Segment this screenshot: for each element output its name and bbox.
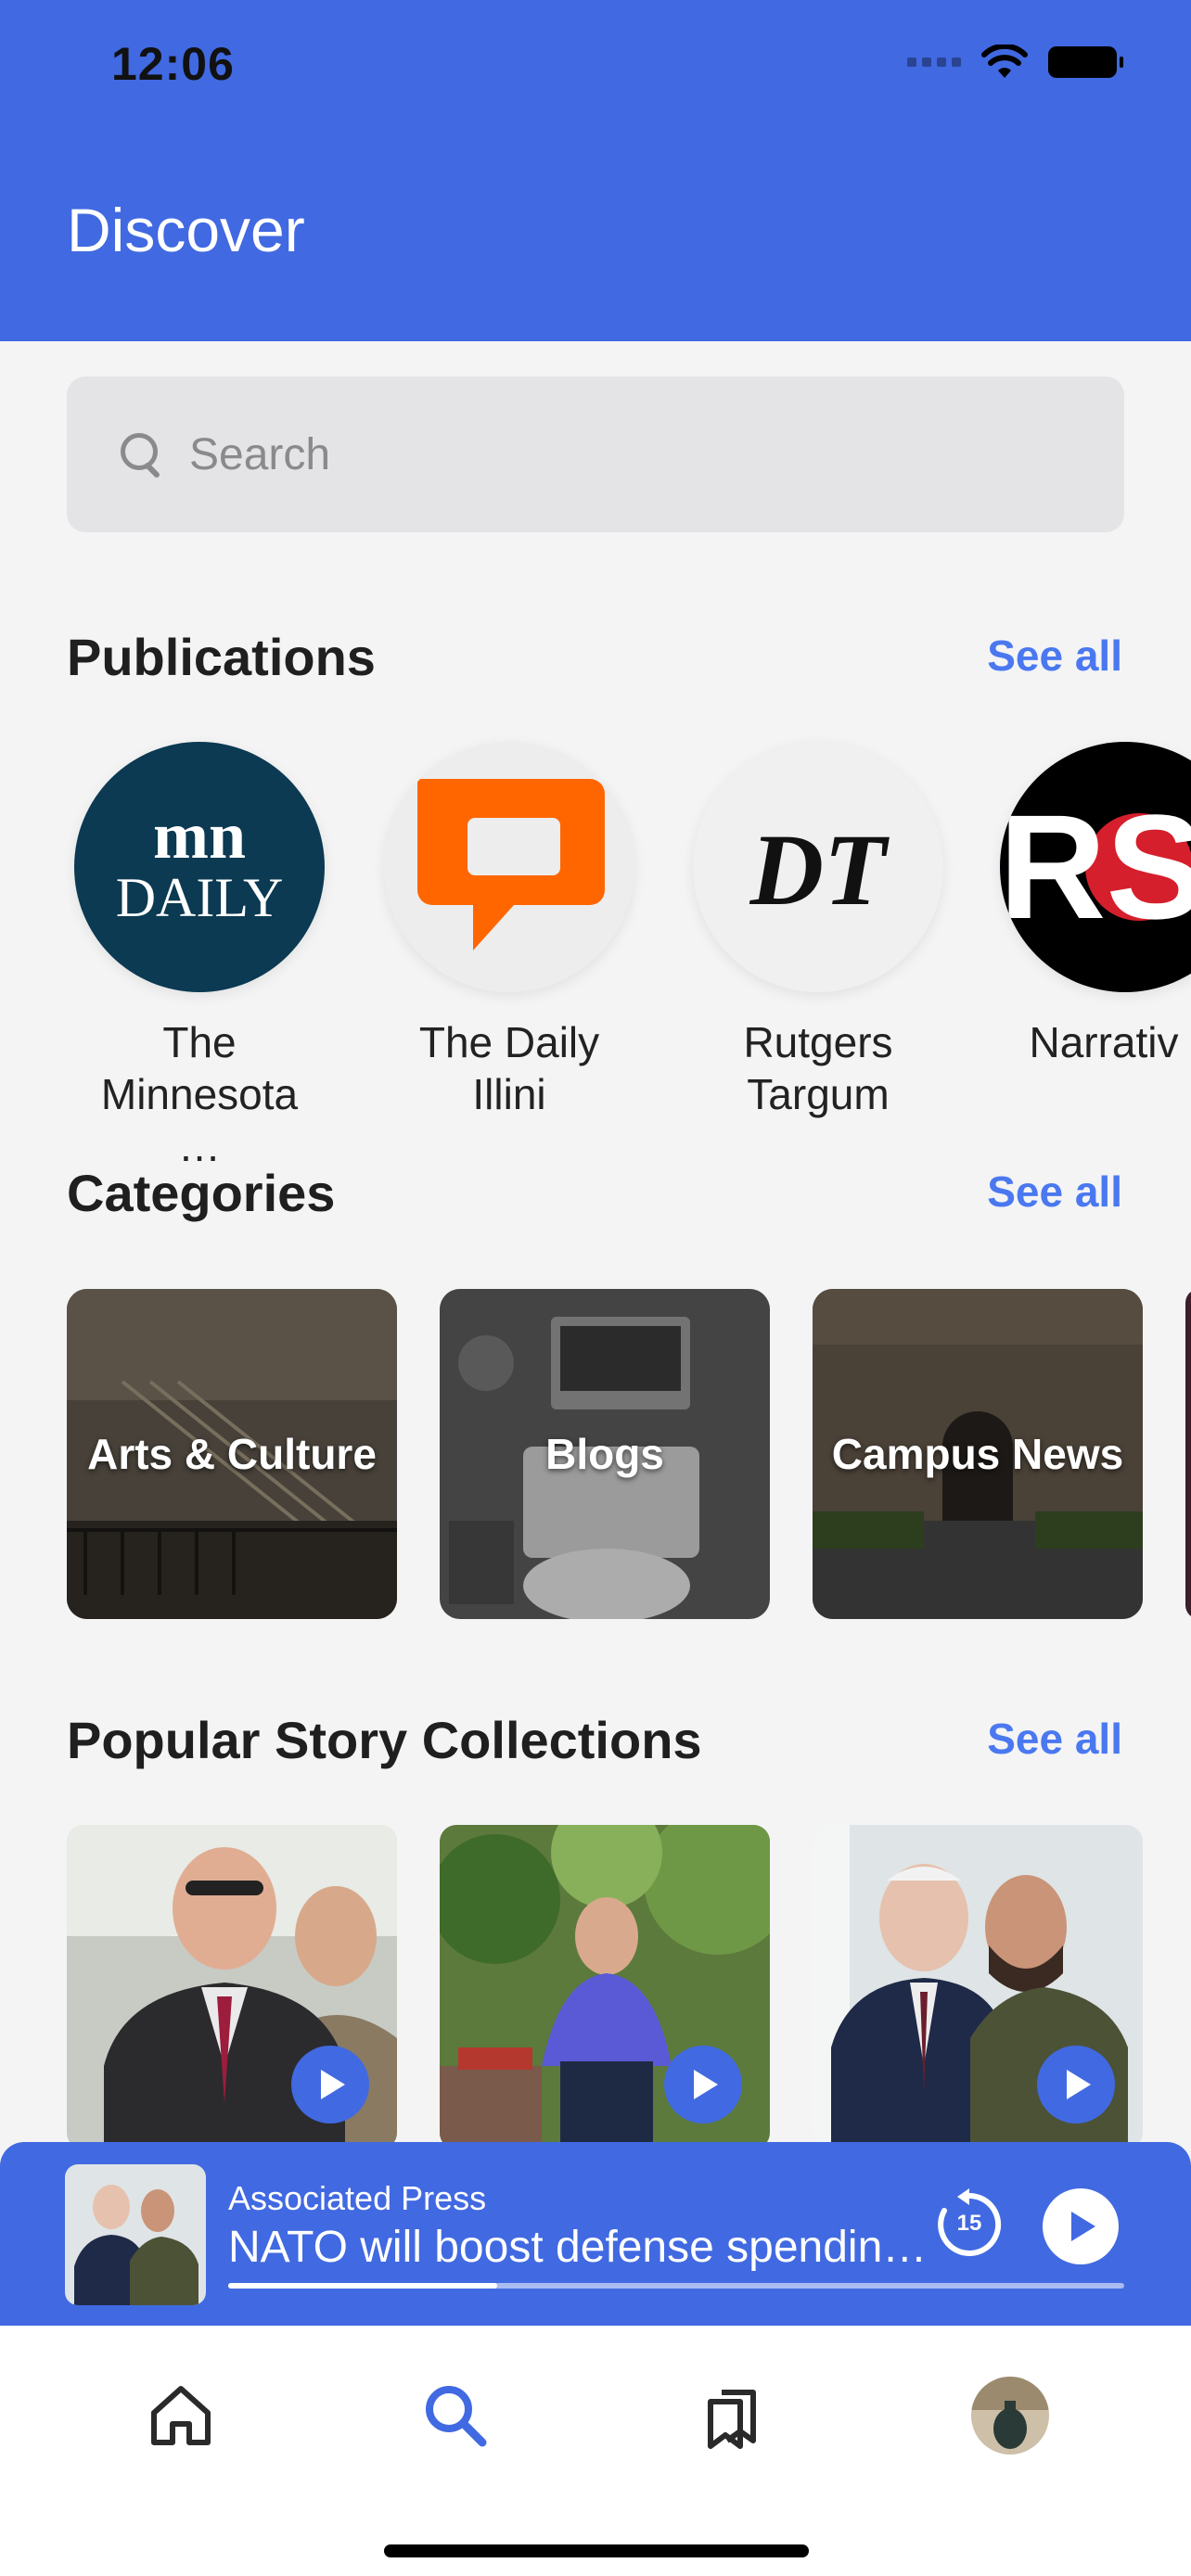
category-card[interactable]: Blogs — [440, 1289, 770, 1619]
avatar — [971, 2377, 1049, 2455]
search-input[interactable] — [189, 428, 1024, 480]
category-image — [1185, 1289, 1191, 1619]
publication-item[interactable]: RS Narrativ D — [1000, 742, 1191, 1068]
category-label: Campus News — [831, 1430, 1124, 1478]
publication-item[interactable]: The Daily Illini — [384, 742, 634, 1120]
playback-progress-fill — [228, 2283, 497, 2289]
player-source: Associated Press — [228, 2179, 487, 2217]
category-card[interactable] — [1185, 1289, 1191, 1619]
play-icon[interactable] — [664, 2046, 742, 2123]
skip-seconds-label: 15 — [956, 2211, 982, 2236]
header: 12:06 Discover — [0, 0, 1191, 341]
publication-logo: RS — [1000, 742, 1191, 992]
player-thumbnail — [65, 2164, 206, 2305]
search-icon — [119, 431, 165, 478]
status-time: 12:06 — [111, 38, 235, 90]
publications-see-all-link[interactable]: See all — [987, 631, 1122, 681]
category-label: Blogs — [545, 1430, 664, 1478]
search-bar[interactable] — [67, 376, 1124, 532]
player-title: NATO will boost defense spendin… — [228, 2223, 928, 2272]
publication-name: Narrativ D — [1029, 1018, 1191, 1066]
tab-bar — [0, 2326, 1191, 2576]
publication-logo: DT — [693, 742, 943, 992]
tab-library[interactable] — [692, 2374, 775, 2457]
tab-home[interactable] — [139, 2374, 223, 2457]
svg-text:DT: DT — [749, 813, 890, 926]
story-collection-card[interactable] — [67, 1825, 397, 2149]
story-collection-card[interactable] — [440, 1825, 770, 2149]
publication-logo — [384, 742, 634, 992]
page-title: Discover — [67, 196, 305, 264]
category-label: Arts & Culture — [87, 1430, 377, 1478]
category-card[interactable]: Arts & Culture — [67, 1289, 397, 1619]
wifi-icon — [981, 45, 1028, 78]
publications-title: Publications — [67, 628, 376, 686]
skip-back-button[interactable]: 15 — [931, 2187, 1007, 2263]
play-icon[interactable] — [291, 2046, 369, 2123]
publication-name: The Daily Illini — [418, 1018, 600, 1118]
player-play-button[interactable] — [1043, 2188, 1119, 2264]
categories-see-all-link[interactable]: See all — [987, 1167, 1122, 1217]
publication-item[interactable]: DT Rutgers Targum — [693, 742, 943, 1120]
search-icon — [426, 2386, 487, 2447]
svg-text:RS: RS — [1000, 784, 1191, 950]
collections-see-all-link[interactable]: See all — [987, 1714, 1122, 1764]
mini-player[interactable]: Associated Press NATO will boost defense… — [0, 2142, 1191, 2326]
publication-logo: mn DAILY — [74, 742, 325, 992]
categories-title: Categories — [67, 1164, 336, 1222]
tab-search[interactable] — [414, 2374, 497, 2457]
playback-progress-bar[interactable] — [228, 2283, 1124, 2289]
play-icon[interactable] — [1037, 2046, 1115, 2123]
publication-item[interactable]: mn DAILY The Minnesota … — [74, 742, 325, 1172]
category-card[interactable]: Campus News — [813, 1289, 1143, 1619]
collections-title: Popular Story Collections — [67, 1711, 702, 1769]
speech-bubble-icon — [417, 779, 605, 950]
home-icon — [151, 2386, 211, 2445]
status-icons — [907, 45, 1123, 80]
tab-profile[interactable] — [968, 2374, 1052, 2457]
signal-icon — [907, 57, 961, 67]
bookmarks-icon — [708, 2390, 756, 2449]
story-collection-card[interactable] — [813, 1825, 1143, 2149]
svg-text:DAILY: DAILY — [116, 867, 284, 928]
battery-icon — [1048, 46, 1123, 78]
publication-name: Rutgers Targum — [743, 1018, 893, 1118]
home-indicator — [384, 2544, 809, 2557]
publication-name: The Minnesota … — [100, 1018, 299, 1170]
svg-text:mn: mn — [153, 798, 246, 873]
